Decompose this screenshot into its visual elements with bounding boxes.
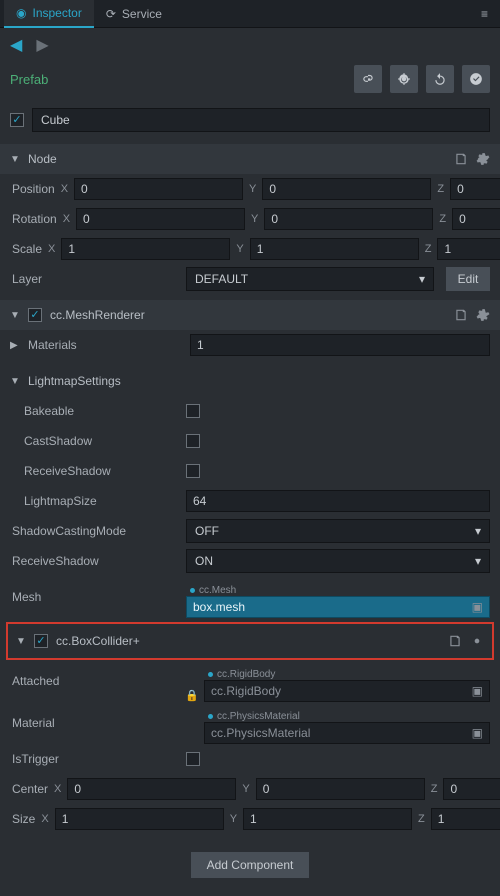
help-icon[interactable] xyxy=(448,634,462,648)
tab-service[interactable]: ⟳ Service xyxy=(94,0,174,28)
tab-service-label: Service xyxy=(122,7,162,21)
inspector-icon: ◉ xyxy=(16,6,26,20)
rotation-x-input[interactable] xyxy=(76,208,245,230)
asset-picker-icon[interactable]: ▣ xyxy=(472,726,483,740)
rotation-y-input[interactable] xyxy=(264,208,433,230)
chevron-down-icon[interactable]: ▼ xyxy=(10,154,20,165)
chevron-down-icon: ▾ xyxy=(419,272,425,286)
prefab-revert-button[interactable] xyxy=(426,65,454,93)
center-label: Center xyxy=(10,782,48,796)
castshadow-label: CastShadow xyxy=(10,434,180,448)
rotation-z-input[interactable] xyxy=(452,208,500,230)
help-icon[interactable] xyxy=(454,308,468,322)
panel-menu-icon[interactable]: ≡ xyxy=(473,7,496,21)
attached-type-tag: cc.RigidBody xyxy=(204,669,490,680)
center-z-input[interactable] xyxy=(443,778,500,800)
scale-z-input[interactable] xyxy=(437,238,500,260)
prefab-apply-button[interactable] xyxy=(462,65,490,93)
section-title-meshrenderer: cc.MeshRenderer xyxy=(50,308,446,322)
attached-label: Attached xyxy=(10,674,180,688)
object-enabled-checkbox[interactable] xyxy=(10,113,24,127)
rotation-label: Rotation xyxy=(10,212,57,226)
position-x-input[interactable] xyxy=(74,178,243,200)
axis-y-label: Y xyxy=(249,183,256,195)
scale-x-input[interactable] xyxy=(61,238,230,260)
shadowcastingmode-select[interactable]: OFF▾ xyxy=(186,519,490,543)
materials-count-input[interactable] xyxy=(190,334,490,356)
position-label: Position xyxy=(10,182,55,196)
position-y-input[interactable] xyxy=(262,178,431,200)
gear-icon[interactable] xyxy=(476,308,490,322)
castshadow-checkbox[interactable] xyxy=(186,434,200,448)
mesh-type-tag: cc.Mesh xyxy=(186,585,490,596)
layer-select-value: DEFAULT xyxy=(195,272,248,286)
bakeable-label: Bakeable xyxy=(10,404,180,418)
chevron-down-icon[interactable]: ▼ xyxy=(10,376,20,387)
prefab-label: Prefab xyxy=(10,72,48,87)
object-name-input[interactable] xyxy=(32,108,490,132)
prefab-locate-button[interactable] xyxy=(390,65,418,93)
service-icon: ⟳ xyxy=(106,7,116,21)
chevron-down-icon[interactable]: ▼ xyxy=(10,310,20,321)
chevron-down-icon: ▾ xyxy=(475,524,481,538)
receiveshadow-label: ReceiveShadow xyxy=(10,464,180,478)
gear-icon[interactable] xyxy=(470,634,484,648)
mesh-asset-field[interactable]: box.mesh▣ xyxy=(186,596,490,618)
center-x-input[interactable] xyxy=(67,778,236,800)
receiveshadow-select[interactable]: ON▾ xyxy=(186,549,490,573)
lock-icon: 🔒 xyxy=(186,689,198,702)
scale-y-input[interactable] xyxy=(250,238,419,260)
boxcollider-enabled-checkbox[interactable] xyxy=(34,634,48,648)
scale-label: Scale xyxy=(10,242,42,256)
size-y-input[interactable] xyxy=(243,808,412,830)
chevron-down-icon[interactable]: ▼ xyxy=(16,636,26,647)
shadowcastingmode-label: ShadowCastingMode xyxy=(10,524,180,538)
material-type-tag: cc.PhysicsMaterial xyxy=(204,711,490,722)
receiveshadow2-label: ReceiveShadow xyxy=(10,554,180,568)
add-component-button[interactable]: Add Component xyxy=(191,852,310,878)
chevron-right-icon[interactable]: ▶ xyxy=(10,340,20,351)
mesh-label: Mesh xyxy=(10,590,180,604)
receiveshadow-checkbox[interactable] xyxy=(186,464,200,478)
prefab-unlink-button[interactable] xyxy=(354,65,382,93)
section-title-node: Node xyxy=(28,152,446,166)
size-label: Size xyxy=(10,812,35,826)
istrigger-label: IsTrigger xyxy=(10,752,180,766)
materials-label: Materials xyxy=(26,338,184,352)
layer-select[interactable]: DEFAULT ▾ xyxy=(186,267,434,291)
help-icon[interactable] xyxy=(454,152,468,166)
asset-picker-icon[interactable]: ▣ xyxy=(472,684,483,698)
center-y-input[interactable] xyxy=(256,778,425,800)
tab-inspector-label: Inspector xyxy=(32,6,81,20)
highlight-box: ▼ cc.BoxCollider+ xyxy=(6,622,494,660)
lightmap-settings-title: LightmapSettings xyxy=(28,374,490,388)
layer-label: Layer xyxy=(10,272,180,286)
axis-z-label: Z xyxy=(437,183,444,195)
nav-back-icon[interactable]: ◀ xyxy=(10,35,22,55)
lightmapsize-input[interactable] xyxy=(186,490,490,512)
axis-x-label: X xyxy=(61,183,68,195)
nav-forward-icon[interactable]: ▶ xyxy=(36,35,48,55)
layer-edit-button[interactable]: Edit xyxy=(446,267,490,291)
istrigger-checkbox[interactable] xyxy=(186,752,200,766)
meshrenderer-enabled-checkbox[interactable] xyxy=(28,308,42,322)
material-asset-field[interactable]: cc.PhysicsMaterial▣ xyxy=(204,722,490,744)
tab-inspector[interactable]: ◉ Inspector xyxy=(4,0,94,28)
size-z-input[interactable] xyxy=(431,808,500,830)
attached-asset-field[interactable]: cc.RigidBody▣ xyxy=(204,680,490,702)
asset-picker-icon[interactable]: ▣ xyxy=(472,600,483,614)
position-z-input[interactable] xyxy=(450,178,500,200)
size-x-input[interactable] xyxy=(55,808,224,830)
lightmapsize-label: LightmapSize xyxy=(10,494,180,508)
section-title-boxcollider: cc.BoxCollider+ xyxy=(56,634,440,648)
gear-icon[interactable] xyxy=(476,152,490,166)
chevron-down-icon: ▾ xyxy=(475,554,481,568)
bakeable-checkbox[interactable] xyxy=(186,404,200,418)
material-label: Material xyxy=(10,716,180,730)
